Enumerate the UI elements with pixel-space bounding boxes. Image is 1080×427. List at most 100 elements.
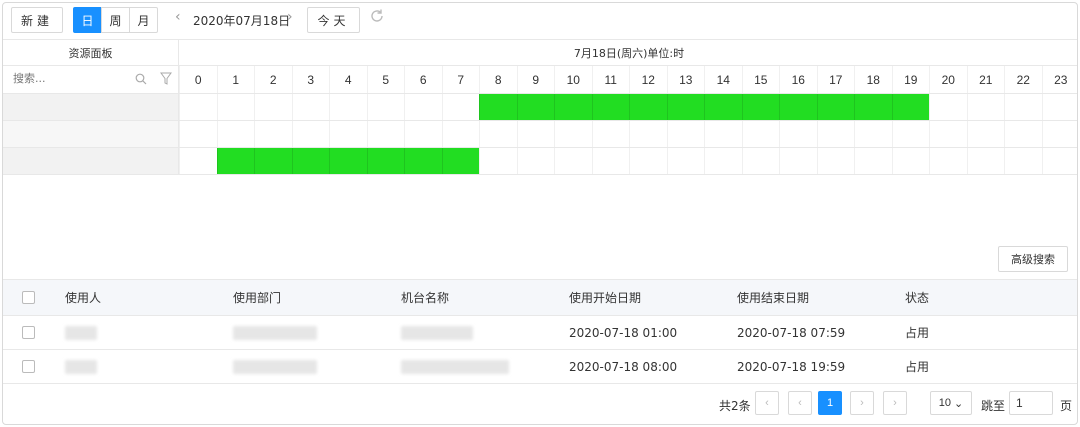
time-slot[interactable] [629, 121, 667, 147]
busy-slot[interactable] [441, 148, 479, 174]
next-page-button[interactable]: › [850, 391, 874, 415]
time-slot[interactable] [929, 121, 967, 147]
time-slot[interactable] [1041, 148, 1078, 174]
time-slot[interactable] [854, 148, 892, 174]
time-slot[interactable] [1004, 148, 1042, 174]
time-slot[interactable] [179, 94, 217, 120]
time-slot[interactable] [179, 148, 217, 174]
time-slot[interactable] [1041, 121, 1078, 147]
page-size-select[interactable]: 10 ⌄ [930, 391, 972, 415]
time-slot[interactable] [816, 148, 855, 174]
time-slot[interactable] [479, 148, 517, 174]
busy-slot[interactable] [554, 94, 592, 120]
time-slot[interactable] [704, 148, 742, 174]
busy-slot[interactable] [254, 148, 292, 174]
time-slot[interactable] [741, 121, 780, 147]
time-slot[interactable] [554, 121, 592, 147]
busy-slot[interactable] [629, 94, 667, 120]
time-slot[interactable] [479, 121, 517, 147]
hour-label: 1 [216, 66, 255, 94]
time-slot[interactable] [629, 148, 667, 174]
busy-slot[interactable] [816, 94, 854, 120]
busy-slot[interactable] [666, 94, 704, 120]
select-all-checkbox[interactable] [21, 291, 35, 304]
new-button[interactable]: 新建 [11, 7, 63, 33]
time-slot[interactable] [216, 94, 255, 120]
search-icon[interactable] [135, 73, 147, 85]
time-slot[interactable] [366, 94, 405, 120]
chevron-right-icon[interactable]: › [287, 9, 293, 25]
prev-page-button[interactable]: ‹ [788, 391, 812, 415]
today-button[interactable]: 今天 [307, 7, 360, 33]
time-slot[interactable] [254, 94, 292, 120]
chevron-left-icon[interactable]: ‹ [175, 9, 181, 25]
time-slot[interactable] [441, 121, 480, 147]
filter-icon[interactable] [160, 72, 172, 86]
time-slot[interactable] [404, 121, 442, 147]
busy-slot[interactable] [741, 94, 779, 120]
row-checkbox[interactable] [21, 360, 35, 373]
time-slot[interactable] [966, 94, 1005, 120]
time-slot[interactable] [779, 148, 817, 174]
busy-slot[interactable] [216, 148, 254, 174]
time-slot[interactable] [254, 121, 292, 147]
time-slot[interactable] [516, 121, 555, 147]
busy-slot[interactable] [291, 148, 329, 174]
time-slot[interactable] [441, 94, 480, 120]
time-slot[interactable] [891, 148, 930, 174]
time-slot[interactable] [966, 148, 1005, 174]
time-slot[interactable] [591, 121, 630, 147]
view-month-button[interactable]: 月 [129, 7, 158, 33]
row-checkbox[interactable] [21, 326, 35, 339]
time-slot[interactable] [704, 121, 742, 147]
busy-slot[interactable] [891, 94, 929, 120]
time-slot[interactable] [666, 121, 705, 147]
busy-slot[interactable] [329, 148, 367, 174]
time-slot[interactable] [179, 121, 217, 147]
time-slot[interactable] [366, 121, 405, 147]
jump-input[interactable] [1009, 391, 1053, 415]
time-slot[interactable] [591, 148, 630, 174]
time-slot[interactable] [929, 148, 967, 174]
time-slot[interactable] [741, 148, 780, 174]
resource-row[interactable] [3, 93, 179, 120]
busy-slot[interactable] [404, 148, 442, 174]
busy-slot[interactable] [516, 94, 554, 120]
busy-slot[interactable] [479, 94, 517, 120]
busy-slot[interactable] [779, 94, 817, 120]
time-slot[interactable] [216, 121, 255, 147]
table-row[interactable]: 2020-07-18 08:00 2020-07-18 19:59 占用 [3, 350, 1077, 384]
time-slot[interactable] [779, 121, 817, 147]
time-slot[interactable] [291, 94, 330, 120]
time-slot[interactable] [291, 121, 330, 147]
time-slot[interactable] [966, 121, 1005, 147]
last-page-button[interactable]: › [883, 391, 907, 415]
search-input[interactable] [13, 72, 133, 85]
time-slot[interactable] [554, 148, 592, 174]
busy-slot[interactable] [591, 94, 629, 120]
first-page-button[interactable]: ‹ [755, 391, 779, 415]
busy-slot[interactable] [854, 94, 892, 120]
resource-row[interactable] [3, 120, 179, 147]
view-week-button[interactable]: 周 [101, 7, 130, 33]
time-slot[interactable] [1041, 94, 1078, 120]
time-slot[interactable] [404, 94, 442, 120]
time-slot[interactable] [1004, 121, 1042, 147]
time-slot[interactable] [891, 121, 930, 147]
page-button[interactable]: 1 [818, 391, 842, 415]
time-slot[interactable] [854, 121, 892, 147]
table-row[interactable]: 2020-07-18 01:00 2020-07-18 07:59 占用 [3, 316, 1077, 350]
time-slot[interactable] [929, 94, 967, 120]
time-slot[interactable] [1004, 94, 1042, 120]
time-slot[interactable] [329, 121, 367, 147]
refresh-icon[interactable] [369, 8, 385, 24]
time-slot[interactable] [666, 148, 705, 174]
advanced-search-button[interactable]: 高级搜索 [998, 246, 1068, 272]
time-slot[interactable] [329, 94, 367, 120]
busy-slot[interactable] [366, 148, 404, 174]
busy-slot[interactable] [704, 94, 742, 120]
time-slot[interactable] [816, 121, 855, 147]
view-day-button[interactable]: 日 [73, 7, 102, 33]
time-slot[interactable] [516, 148, 555, 174]
resource-row[interactable] [3, 147, 179, 174]
